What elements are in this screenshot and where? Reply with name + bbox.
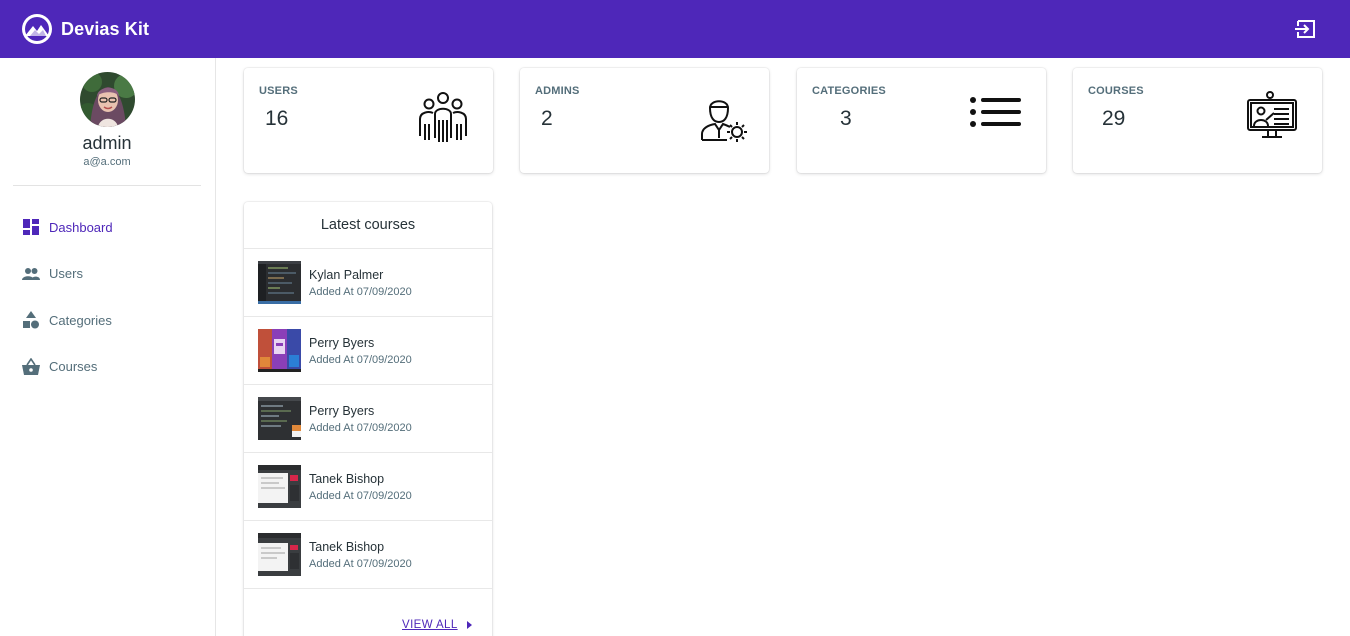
stat-card-courses[interactable]: COURSES 29 <box>1073 68 1322 173</box>
sidebar-item-label: Categories <box>49 312 112 328</box>
latest-courses-title: Latest courses <box>244 202 492 249</box>
sidebar-divider <box>13 185 201 186</box>
users-group-icon <box>419 92 467 142</box>
course-date: Added At 07/09/2020 <box>309 421 412 434</box>
course-thumbnail <box>258 397 301 440</box>
course-name: Perry Byers <box>309 403 375 418</box>
arrow-right-icon[interactable] <box>466 620 474 630</box>
sidebar-item-courses[interactable]: Courses <box>0 344 214 391</box>
sidebar-nav: Dashboard Users Categories Courses <box>0 204 214 390</box>
stat-label: CATEGORIES <box>812 85 886 97</box>
list-item[interactable]: Tanek Bishop Added At 07/09/2020 <box>244 453 492 521</box>
admin-gear-icon <box>701 100 747 142</box>
sidebar: admin a@a.com Dashboard Users Categories… <box>0 58 216 636</box>
course-thumbnail <box>258 465 301 508</box>
latest-courses-footer: VIEW ALL <box>244 610 492 636</box>
list-item[interactable]: Kylan Palmer Added At 07/09/2020 <box>244 249 492 317</box>
stat-card-users[interactable]: USERS 16 <box>244 68 493 173</box>
user-name: admin <box>82 133 132 153</box>
logout-icon[interactable] <box>1294 17 1318 41</box>
list-item[interactable]: Perry Byers Added At 07/09/2020 <box>244 317 492 385</box>
sidebar-item-label: Users <box>49 266 83 282</box>
course-name: Perry Byers <box>309 335 375 350</box>
course-name: Tanek Bishop <box>309 471 385 486</box>
brand-name: Devias Kit <box>61 18 150 39</box>
online-course-icon <box>1247 91 1297 138</box>
course-name: Tanek Bishop <box>309 539 385 554</box>
course-date: Added At 07/09/2020 <box>309 489 412 502</box>
stat-label: COURSES <box>1088 85 1144 97</box>
mountain-logo-icon <box>22 14 52 44</box>
people-icon <box>22 265 40 283</box>
course-date: Added At 07/09/2020 <box>309 557 412 570</box>
stat-value: 3 <box>840 107 852 130</box>
sidebar-item-categories[interactable]: Categories <box>0 297 214 344</box>
avatar[interactable] <box>80 72 135 127</box>
latest-courses-card: Latest courses Kylan Palmer Added At 07/… <box>244 202 492 636</box>
view-all-link[interactable]: VIEW ALL <box>402 619 458 631</box>
course-date: Added At 07/09/2020 <box>309 285 412 298</box>
sidebar-item-label: Dashboard <box>49 219 113 235</box>
sidebar-item-dashboard[interactable]: Dashboard <box>0 204 214 251</box>
course-thumbnail <box>258 533 301 576</box>
stat-value: 2 <box>541 107 553 130</box>
list-item[interactable]: Perry Byers Added At 07/09/2020 <box>244 385 492 453</box>
basket-icon <box>22 357 40 376</box>
course-thumbnail <box>258 329 301 372</box>
user-email: a@a.com <box>83 156 131 168</box>
course-date: Added At 07/09/2020 <box>309 353 412 366</box>
list-item[interactable]: Tanek Bishop Added At 07/09/2020 <box>244 521 492 589</box>
sidebar-item-label: Courses <box>49 359 98 375</box>
dashboard-icon <box>22 218 40 236</box>
stat-label: ADMINS <box>535 85 580 97</box>
category-icon <box>22 311 40 329</box>
top-bar: Devias Kit <box>0 0 1350 58</box>
course-list: Kylan Palmer Added At 07/09/2020 Perry B… <box>244 249 492 589</box>
course-name: Kylan Palmer <box>309 267 384 282</box>
brand[interactable]: Devias Kit <box>21 13 149 45</box>
stat-label: USERS <box>259 85 298 97</box>
sidebar-item-users[interactable]: Users <box>0 251 214 298</box>
stat-card-categories[interactable]: CATEGORIES 3 <box>797 68 1046 173</box>
list-icon <box>970 97 1021 127</box>
stat-card-admins[interactable]: ADMINS 2 <box>520 68 769 173</box>
course-thumbnail <box>258 261 301 304</box>
stat-value: 29 <box>1102 107 1126 130</box>
stat-value: 16 <box>265 107 289 130</box>
avatar-photo <box>80 72 135 127</box>
